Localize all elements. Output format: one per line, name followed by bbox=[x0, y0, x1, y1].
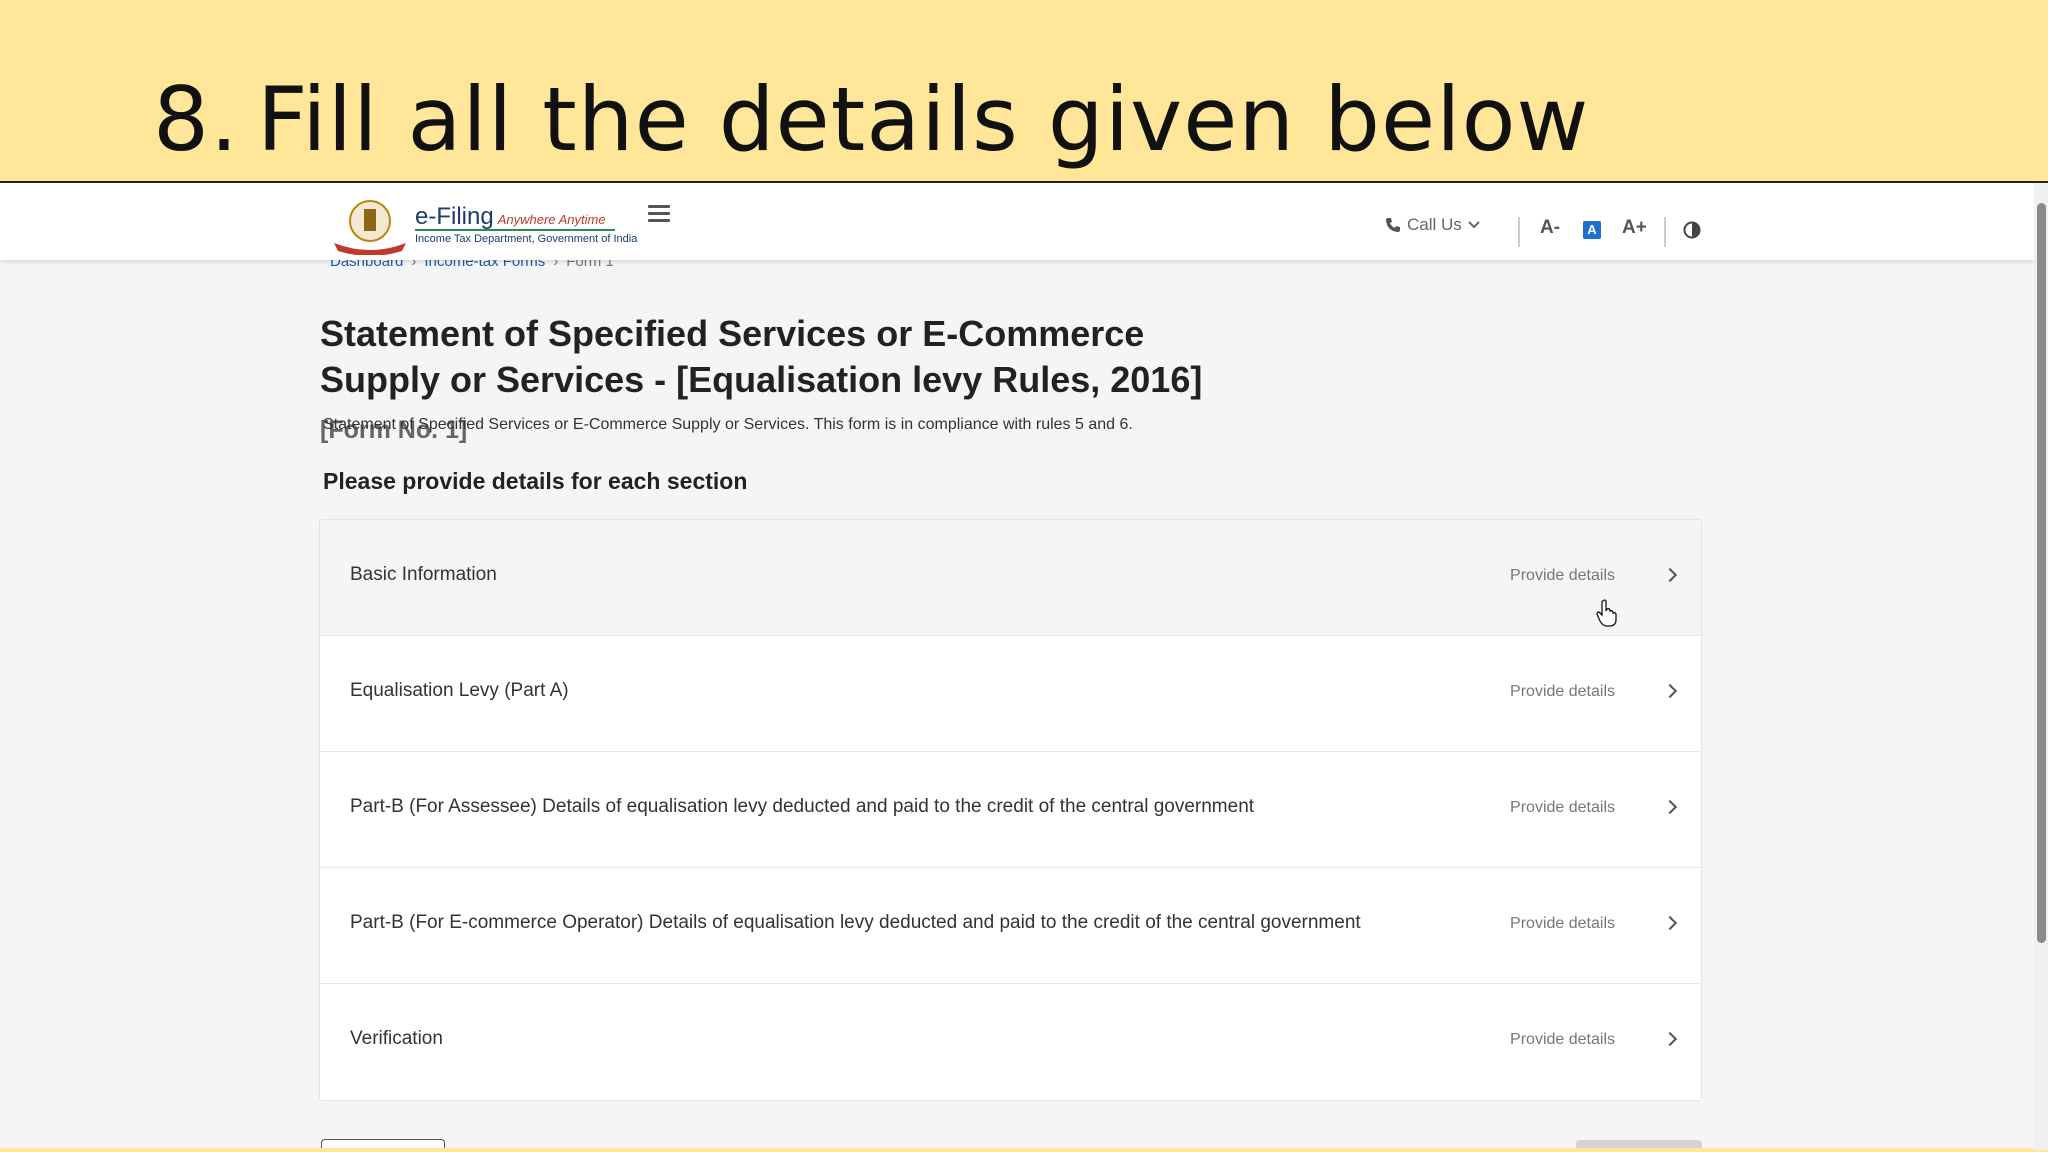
section-label: Verification bbox=[350, 1028, 443, 1049]
step-number: 8. bbox=[153, 68, 239, 171]
provide-details-link[interactable]: Provide details bbox=[1510, 799, 1615, 817]
chevron-right-icon bbox=[1662, 567, 1678, 583]
logo-underline bbox=[415, 229, 615, 231]
call-us-dropdown[interactable]: Call Us bbox=[1385, 215, 1480, 235]
sections-list: Basic Information Provide details Equali… bbox=[319, 519, 1702, 1101]
default-font-icon[interactable]: A bbox=[1583, 221, 1601, 239]
chevron-right-icon bbox=[1662, 915, 1678, 931]
section-label: Part-B (For Assessee) Details of equalis… bbox=[350, 796, 1255, 817]
provide-details-link[interactable]: Provide details bbox=[1510, 1031, 1615, 1049]
increase-font-icon[interactable]: A+ bbox=[1622, 217, 1647, 239]
page-description: Statement of Specified Services or E-Com… bbox=[323, 416, 1133, 433]
slide-title-text: Fill all the details given below bbox=[256, 68, 1590, 171]
provide-details-link[interactable]: Provide details bbox=[1510, 915, 1615, 933]
chevron-right-icon bbox=[1662, 799, 1678, 815]
scrollbar[interactable] bbox=[2034, 183, 2048, 1150]
divider bbox=[1664, 217, 1666, 247]
section-label: Basic Information bbox=[350, 564, 497, 585]
hand-cursor-icon bbox=[1596, 599, 1617, 627]
chevron-right-icon bbox=[1662, 683, 1678, 699]
section-heading: Please provide details for each section bbox=[323, 468, 748, 494]
page-title-text: Statement of Specified Services or E-Com… bbox=[320, 313, 1203, 400]
section-basic-information[interactable]: Basic Information Provide details bbox=[320, 520, 1701, 636]
scrollbar-thumb[interactable] bbox=[2037, 203, 2046, 943]
section-equalisation-levy-part-a[interactable]: Equalisation Levy (Part A) Provide detai… bbox=[320, 636, 1701, 752]
contrast-icon[interactable] bbox=[1683, 221, 1701, 239]
chevron-down-icon bbox=[1468, 221, 1480, 229]
divider bbox=[1518, 217, 1520, 247]
section-label: Equalisation Levy (Part A) bbox=[350, 680, 569, 701]
provide-details-link[interactable]: Provide details bbox=[1510, 567, 1615, 585]
slide-title: 8. Fill all the details given below bbox=[153, 60, 1589, 180]
logo-main-text: e-Filing bbox=[415, 203, 494, 230]
phone-icon bbox=[1386, 218, 1400, 232]
browser-screenshot: e-Filing Anywhere Anytime Income Tax Depa… bbox=[0, 181, 2048, 1150]
section-verification[interactable]: Verification Provide details bbox=[320, 984, 1701, 1100]
decrease-font-icon[interactable]: A- bbox=[1540, 217, 1560, 239]
logo-title: e-Filing Anywhere Anytime bbox=[415, 203, 606, 231]
call-us-label: Call Us bbox=[1407, 215, 1462, 234]
menu-icon[interactable] bbox=[648, 205, 674, 227]
bottom-strip bbox=[0, 1148, 2048, 1152]
site-header: e-Filing Anywhere Anytime Income Tax Depa… bbox=[0, 183, 2034, 260]
emblem-icon bbox=[334, 200, 406, 255]
logo-subtitle: Income Tax Department, Government of Ind… bbox=[415, 233, 638, 245]
section-part-b-ecommerce-operator[interactable]: Part-B (For E-commerce Operator) Details… bbox=[320, 868, 1701, 984]
efiling-logo[interactable]: e-Filing Anywhere Anytime Income Tax Depa… bbox=[330, 199, 637, 255]
logo-tagline: Anywhere Anytime bbox=[497, 212, 606, 227]
chevron-right-icon bbox=[1662, 1031, 1678, 1047]
section-label: Part-B (For E-commerce Operator) Details… bbox=[350, 912, 1361, 933]
provide-details-link[interactable]: Provide details bbox=[1510, 683, 1615, 701]
section-part-b-assessee[interactable]: Part-B (For Assessee) Details of equalis… bbox=[320, 752, 1701, 868]
